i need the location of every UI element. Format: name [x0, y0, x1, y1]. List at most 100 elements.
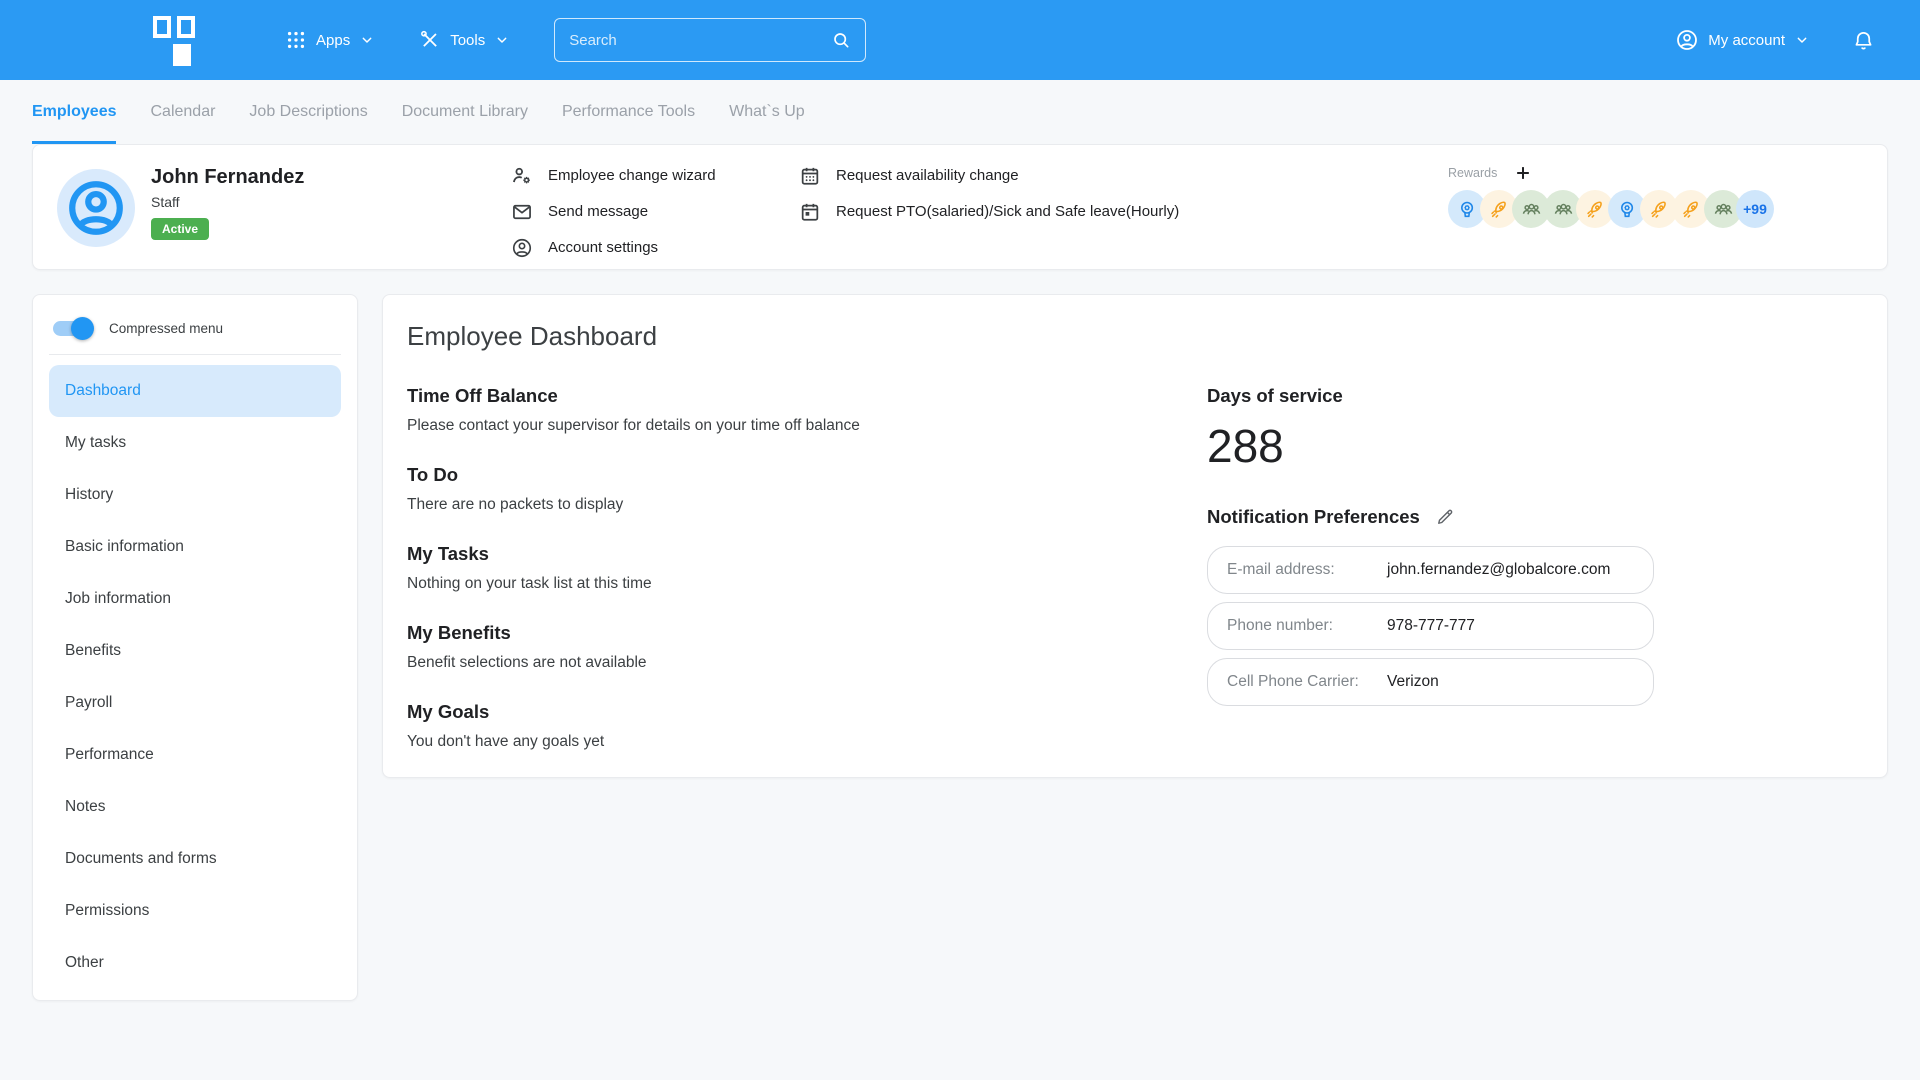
envelope-icon: [511, 201, 533, 223]
search-input[interactable]: [569, 32, 831, 49]
compressed-menu-toggle[interactable]: [53, 321, 91, 336]
section-body: Nothing on your task list at this time: [407, 575, 1207, 593]
apps-grid-icon: [285, 29, 307, 51]
sidebar-item-notes[interactable]: Notes: [49, 781, 341, 833]
section-heading: My Tasks: [407, 543, 1207, 565]
add-reward-button[interactable]: [1513, 163, 1533, 183]
page-title: Employee Dashboard: [407, 321, 1863, 352]
rocket-icon: [1585, 199, 1606, 220]
edit-pencil-icon[interactable]: [1435, 507, 1455, 527]
field-label: Cell Phone Carrier:: [1227, 673, 1387, 691]
action-label: Request availability change: [836, 167, 1019, 184]
sidebar-item-documents-and-forms[interactable]: Documents and forms: [49, 833, 341, 885]
section-my-goals: My Goals You don't have any goals yet: [407, 701, 1207, 751]
rewards-overflow-badge[interactable]: +99: [1736, 190, 1774, 228]
section-heading: Time Off Balance: [407, 385, 1207, 407]
avatar-person-icon: [65, 177, 127, 239]
my-account-button[interactable]: My account: [1675, 28, 1810, 52]
tools-menu-button[interactable]: Tools: [419, 29, 510, 51]
section-heading: To Do: [407, 464, 1207, 486]
tab-whats-up[interactable]: What`s Up: [729, 80, 805, 144]
top-app-bar: Apps Tools My account: [0, 0, 1920, 80]
tab-job-descriptions[interactable]: Job Descriptions: [249, 80, 367, 144]
tab-performance-tools[interactable]: Performance Tools: [562, 80, 695, 144]
tools-icon: [419, 29, 441, 51]
chevron-down-icon: [1794, 32, 1810, 48]
carrier-field[interactable]: Cell Phone Carrier: Verizon: [1207, 658, 1654, 706]
sidebar-item-dashboard[interactable]: Dashboard: [49, 365, 341, 417]
phone-field[interactable]: Phone number: 978-777-777: [1207, 602, 1654, 650]
employee-name: John Fernandez: [151, 166, 304, 189]
group-icon: [1521, 199, 1542, 220]
section-my-benefits: My Benefits Benefit selections are not a…: [407, 622, 1207, 672]
search-box: [554, 18, 866, 62]
action-label: Account settings: [548, 239, 658, 256]
email-field[interactable]: E-mail address: john.fernandez@globalcor…: [1207, 546, 1654, 594]
group-icon: [1713, 199, 1734, 220]
notification-preferences-heading: Notification Preferences: [1207, 506, 1420, 528]
reward-badges: +99: [1448, 190, 1774, 228]
action-label: Employee change wizard: [548, 167, 716, 184]
logo-square-filled: [173, 44, 191, 66]
sidebar-item-job-information[interactable]: Job information: [49, 573, 341, 625]
group-icon: [1553, 199, 1574, 220]
sidebar-item-history[interactable]: History: [49, 469, 341, 521]
section-body: Benefit selections are not available: [407, 654, 1207, 672]
calendar-icon: [799, 165, 821, 187]
sidebar-item-payroll[interactable]: Payroll: [49, 677, 341, 729]
action-label: Send message: [548, 203, 648, 220]
apps-menu-label: Apps: [316, 32, 350, 49]
sidebar-divider: [49, 354, 341, 355]
compressed-menu-label: Compressed menu: [109, 321, 223, 336]
section-body: There are no packets to display: [407, 496, 1207, 514]
tab-employees[interactable]: Employees: [32, 80, 116, 144]
employee-summary-card: John Fernandez Staff Active Employee cha…: [32, 144, 1888, 270]
dashboard-left-column: Time Off Balance Please contact your sup…: [407, 385, 1207, 780]
sidebar-item-permissions[interactable]: Permissions: [49, 885, 341, 937]
calendar-edit-icon: [799, 201, 821, 223]
status-badge: Active: [151, 218, 209, 240]
brain-gear-icon: [1617, 199, 1638, 220]
sidebar-item-performance[interactable]: Performance: [49, 729, 341, 781]
section-body: You don't have any goals yet: [407, 733, 1207, 751]
action-employee-change-wizard[interactable]: Employee change wizard: [511, 161, 716, 190]
tab-calendar[interactable]: Calendar: [150, 80, 215, 144]
sidebar-item-my-tasks[interactable]: My tasks: [49, 417, 341, 469]
sidebar: Compressed menu Dashboard My tasks Histo…: [32, 294, 358, 1001]
logo-square-outline: [177, 16, 195, 38]
sidebar-item-benefits[interactable]: Benefits: [49, 625, 341, 677]
field-label: E-mail address:: [1227, 561, 1387, 579]
days-of-service-label: Days of service: [1207, 385, 1863, 407]
chevron-down-icon: [359, 32, 375, 48]
tools-menu-label: Tools: [450, 32, 485, 49]
tab-document-library[interactable]: Document Library: [402, 80, 528, 144]
rocket-icon: [1649, 199, 1670, 220]
sidebar-item-basic-information[interactable]: Basic information: [49, 521, 341, 573]
section-to-do: To Do There are no packets to display: [407, 464, 1207, 514]
quick-actions-left: Employee change wizard Send message Acco…: [511, 161, 716, 269]
toggle-knob: [71, 317, 94, 340]
action-label: Request PTO(salaried)/Sick and Safe leav…: [836, 203, 1179, 220]
app-logo[interactable]: [153, 14, 199, 66]
chevron-down-icon: [494, 32, 510, 48]
apps-menu-button[interactable]: Apps: [285, 29, 375, 51]
section-heading: My Benefits: [407, 622, 1207, 644]
action-account-settings[interactable]: Account settings: [511, 233, 716, 262]
search-icon[interactable]: [831, 30, 851, 50]
sidebar-menu: Dashboard My tasks History Basic informa…: [49, 365, 341, 989]
action-send-message[interactable]: Send message: [511, 197, 716, 226]
action-request-pto[interactable]: Request PTO(salaried)/Sick and Safe leav…: [799, 197, 1179, 226]
field-label: Phone number:: [1227, 617, 1387, 635]
person-gear-icon: [511, 165, 533, 187]
my-account-label: My account: [1708, 32, 1785, 49]
sidebar-item-other[interactable]: Other: [49, 937, 341, 989]
notifications-button[interactable]: [1852, 29, 1875, 52]
section-body: Please contact your supervisor for detai…: [407, 417, 1207, 435]
account-person-icon: [1675, 28, 1699, 52]
rocket-icon: [1681, 199, 1702, 220]
rocket-icon: [1489, 199, 1510, 220]
action-request-availability-change[interactable]: Request availability change: [799, 161, 1179, 190]
field-value: 978-777-777: [1387, 617, 1475, 635]
bell-icon: [1852, 29, 1875, 52]
employee-dashboard-card: Employee Dashboard Time Off Balance Plea…: [382, 294, 1888, 778]
